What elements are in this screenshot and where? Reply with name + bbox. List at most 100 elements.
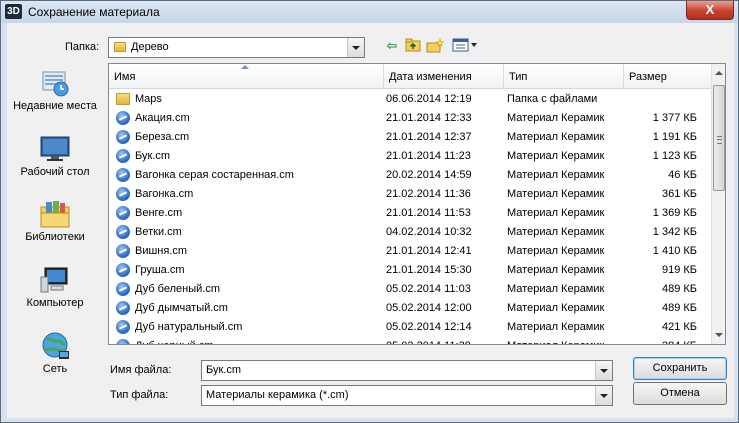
- file-row[interactable]: Вишня.cm 21.01.2014 12:41 Материал Керамик…: [109, 242, 711, 261]
- file-type: Материал Керамик: [507, 226, 605, 238]
- file-name: Вагонка серая состаренная.cm: [135, 169, 294, 181]
- chevron-down-icon[interactable]: [347, 38, 364, 57]
- file-row[interactable]: Дуб дымчатый.cm 05.02.2014 12:00 Материал …: [109, 299, 711, 318]
- filetype-label: Тип файла:: [110, 389, 169, 401]
- file-size: 1 191 КБ: [652, 131, 697, 143]
- material-file-icon: [116, 130, 130, 144]
- sort-ascending-icon: [241, 65, 249, 69]
- file-size: 1 123 КБ: [652, 150, 697, 162]
- close-button[interactable]: X: [686, 1, 734, 20]
- file-date: 21.01.2014 11:53: [386, 207, 471, 219]
- place-desktop-label: Рабочий стол: [20, 166, 90, 178]
- file-type: Материал Керамик: [507, 188, 605, 200]
- column-date[interactable]: Дата изменения: [384, 64, 504, 88]
- file-row[interactable]: Акация.cm 21.01.2014 12:33 Материал Керами…: [109, 109, 711, 128]
- file-row[interactable]: Береза.cm 21.01.2014 12:37 Материал Керами…: [109, 128, 711, 147]
- file-date: 06.06.2014 12:19: [386, 93, 472, 105]
- file-list[interactable]: Имя Дата изменения Тип Размер Maps 06.06.…: [108, 63, 726, 345]
- file-name: Груша.cm: [135, 264, 185, 276]
- recent-places-icon: [39, 68, 71, 98]
- file-name: Венге.cm: [135, 207, 183, 219]
- file-row[interactable]: Вагонка.cm 21.02.2014 11:36 Материал Керам…: [109, 185, 711, 204]
- file-date: 21.01.2014 15:30: [386, 264, 472, 276]
- file-size: 361 КБ: [661, 188, 697, 200]
- file-size: 489 КБ: [661, 283, 697, 295]
- file-type: Материал Керамик: [507, 131, 605, 143]
- file-row[interactable]: Дуб натуральный.cm 05.02.2014 12:14 Матери…: [109, 318, 711, 337]
- material-file-icon: [116, 168, 130, 182]
- file-row[interactable]: Ветки.cm 04.02.2014 10:32 Материал Керамик…: [109, 223, 711, 242]
- place-network[interactable]: Сеть: [7, 331, 103, 376]
- scroll-up-icon[interactable]: [712, 66, 725, 80]
- file-name: Дуб дымчатый.cm: [135, 302, 228, 314]
- file-size: 489 КБ: [661, 302, 697, 314]
- computer-icon: [39, 265, 71, 295]
- place-recent-label: Недавние места: [13, 100, 97, 112]
- back-arrow-icon[interactable]: ⇦: [384, 38, 400, 54]
- material-file-icon: [116, 206, 130, 220]
- file-type: Материал Керамик: [507, 302, 605, 314]
- file-type: Материал Керамик: [507, 321, 605, 333]
- file-size: 1 410 КБ: [652, 245, 697, 257]
- file-size: 1 342 КБ: [652, 226, 697, 238]
- cancel-button[interactable]: Отмена: [633, 382, 727, 405]
- place-desktop[interactable]: Рабочий стол: [7, 134, 103, 179]
- folder-combo-value: Дерево: [131, 41, 169, 53]
- file-row[interactable]: Бук.cm 21.01.2014 11:23 Материал Керамик 1 …: [109, 147, 711, 166]
- place-computer[interactable]: Компьютер: [7, 265, 103, 310]
- material-file-icon: [116, 111, 130, 125]
- network-icon: [39, 331, 71, 361]
- column-size[interactable]: Размер: [624, 64, 711, 88]
- filetype-select[interactable]: Материалы керамика (*.cm): [201, 385, 613, 406]
- place-computer-label: Компьютер: [26, 297, 84, 309]
- file-row[interactable]: Maps 06.06.2014 12:19 Папка с файлами: [109, 90, 711, 109]
- file-type: Материал Керамик: [507, 283, 605, 295]
- file-name: Бук.cm: [135, 150, 171, 162]
- file-date: 05.02.2014 12:00: [386, 302, 472, 314]
- material-file-icon: [116, 301, 130, 315]
- place-libraries-label: Библиотеки: [25, 231, 85, 243]
- filename-value: Бук.cm: [206, 364, 242, 376]
- folder-icon: [116, 93, 130, 105]
- file-name: Дуб натуральный.cm: [135, 321, 243, 333]
- filetype-value: Материалы керамика (*.cm): [206, 389, 349, 401]
- filename-input[interactable]: Бук.cm: [201, 360, 613, 381]
- material-file-icon: [116, 282, 130, 296]
- vertical-scrollbar[interactable]: [711, 64, 725, 344]
- places-bar: Недавние места Рабочий стол Библиотеки К…: [7, 62, 103, 375]
- file-size: 46 КБ: [668, 169, 697, 181]
- file-row[interactable]: Груша.cm 21.01.2014 15:30 Материал Керамик…: [109, 261, 711, 280]
- file-date: 21.02.2014 11:36: [386, 188, 471, 200]
- chevron-down-icon[interactable]: [595, 361, 612, 380]
- material-file-icon: [116, 320, 130, 334]
- file-row[interactable]: Венге.cm 21.01.2014 11:53 Материал Керамик…: [109, 204, 711, 223]
- chevron-down-icon[interactable]: [595, 386, 612, 405]
- new-folder-icon[interactable]: [426, 38, 445, 54]
- file-type: Материал Керамик: [507, 245, 605, 257]
- file-size: 1 377 КБ: [652, 112, 697, 124]
- scroll-down-icon[interactable]: [712, 328, 725, 342]
- file-row[interactable]: Дуб черный.cm 05.02.2014 11:39 Материал Ке…: [109, 337, 711, 344]
- file-type: Материал Керамик: [507, 340, 604, 344]
- dialog-body: Папка: Дерево ⇦ Недавние места Рабочий с…: [7, 23, 734, 418]
- folder-combo[interactable]: Дерево: [108, 37, 365, 58]
- desktop-icon: [39, 134, 71, 164]
- place-recent[interactable]: Недавние места: [7, 68, 103, 113]
- column-type[interactable]: Тип: [504, 64, 624, 88]
- file-row[interactable]: Вагонка серая состаренная.cm 20.02.2014 1…: [109, 166, 711, 185]
- file-name: Вишня.cm: [135, 245, 188, 257]
- list-header: Имя Дата изменения Тип Размер: [109, 64, 711, 89]
- scroll-thumb[interactable]: [713, 85, 725, 191]
- file-row[interactable]: Дуб беленый.cm 05.02.2014 11:03 Материал К…: [109, 280, 711, 299]
- file-name: Дуб черный.cm: [135, 340, 213, 344]
- file-name: Акация.cm: [135, 112, 190, 124]
- view-menu-icon[interactable]: [452, 38, 478, 54]
- grip-icon: [717, 136, 722, 144]
- file-date: 21.01.2014 12:41: [386, 245, 472, 257]
- place-libraries[interactable]: Библиотеки: [7, 199, 103, 244]
- folder-icon: [114, 42, 126, 52]
- app-3d-icon: 3D: [5, 4, 22, 19]
- save-button[interactable]: Сохранить: [633, 357, 727, 380]
- title-bar[interactable]: 3D Сохранение материала X: [1, 1, 738, 23]
- up-folder-icon[interactable]: [405, 38, 421, 54]
